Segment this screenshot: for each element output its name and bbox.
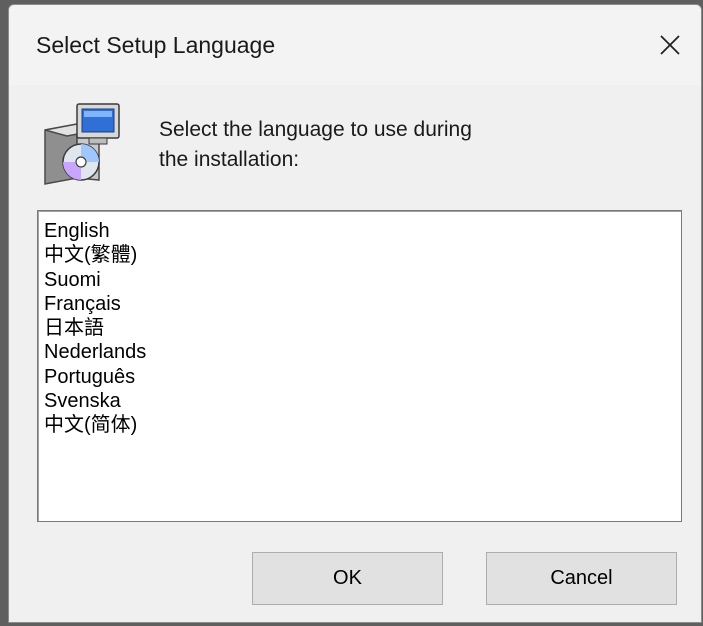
instruction-line-2: the installation: xyxy=(159,148,300,171)
language-item-english[interactable]: English xyxy=(44,219,681,243)
language-item-traditional-chinese[interactable]: 中文(繁體) xyxy=(44,243,681,267)
setup-installer-icon xyxy=(44,103,120,185)
language-item-portuguese[interactable]: Português xyxy=(44,365,681,389)
instruction-text: Select the language to use during the in… xyxy=(159,115,629,175)
cancel-button[interactable]: Cancel xyxy=(486,552,677,605)
window-title: Select Setup Language xyxy=(36,32,276,58)
ok-button[interactable]: OK xyxy=(252,552,443,605)
language-item-dutch[interactable]: Nederlands xyxy=(44,340,681,364)
title-bar[interactable]: Select Setup Language xyxy=(9,5,701,85)
language-item-swedish[interactable]: Svenska xyxy=(44,389,681,413)
language-item-simplified-chinese[interactable]: 中文(简体) xyxy=(44,413,681,437)
setup-language-dialog: Select Setup Language Select the languag… xyxy=(8,4,702,623)
language-listbox[interactable]: English 中文(繁體) Suomi Français 日本語 Nederl… xyxy=(37,210,682,522)
language-item-japanese[interactable]: 日本語 xyxy=(44,316,681,340)
language-item-french[interactable]: Français xyxy=(44,292,681,316)
instruction-line-1: Select the language to use during xyxy=(159,118,472,141)
language-item-finnish[interactable]: Suomi xyxy=(44,268,681,292)
close-icon xyxy=(660,35,680,55)
close-button[interactable] xyxy=(639,5,701,85)
